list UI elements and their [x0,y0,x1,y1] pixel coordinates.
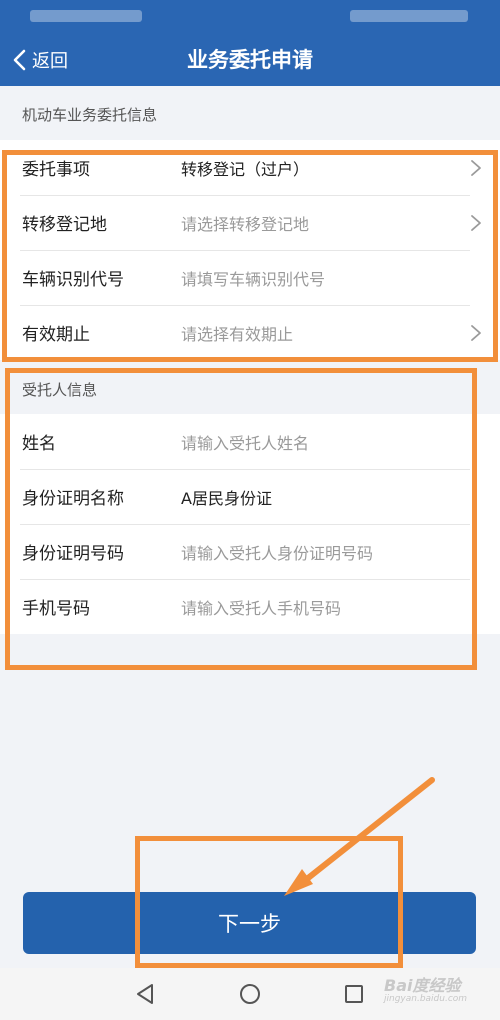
next-step-button[interactable]: 下一步 [23,892,476,954]
row-label: 姓名 [22,434,56,454]
vehicle-info-list: 委托事项 转移登记（过户） 转移登记地 请选择转移登记地 车辆识别代号 请填写车… [0,140,500,360]
nav-back-icon [137,984,153,1004]
chevron-right-icon [471,324,481,341]
vin-input-placeholder[interactable]: 请填写车辆识别代号 [181,266,325,290]
section-title-trustee: 受托人信息 [22,381,98,399]
title-bar: 返回 业务委托申请 [0,34,500,86]
baidu-watermark: Bai度经验 jingyan.baidu.com [384,972,467,1004]
row-label: 身份证明名称 [22,489,124,509]
chevron-right-icon [471,159,481,176]
entrust-item-value: 转移登记（过户） [181,159,310,179]
id-type-value: A居民身份证 [181,488,272,508]
section-title-vehicle: 机动车业务委托信息 [22,106,158,124]
chevron-left-icon [13,49,26,71]
row-label: 身份证明号码 [22,544,124,564]
section-header-vehicle: 机动车业务委托信息 [0,86,500,140]
row-entrust-item[interactable]: 委托事项 转移登记（过户） [0,140,500,195]
row-label: 车辆识别代号 [22,270,124,290]
back-button[interactable]: 返回 [10,42,68,78]
nav-home-icon [240,984,260,1004]
row-transfer-place[interactable]: 转移登记地 请选择转移登记地 [0,195,500,250]
status-bar [0,0,500,34]
trustee-name-placeholder[interactable]: 请输入受托人姓名 [181,430,309,454]
nav-back-button[interactable] [132,980,160,1008]
transfer-place-placeholder: 请选择转移登记地 [181,214,310,234]
status-right-blurred [350,10,468,22]
phone-placeholder[interactable]: 请输入受托人手机号码 [181,595,341,619]
trustee-info-list: 姓名 请输入受托人姓名 身份证明名称 A居民身份证 身份证明号码 请输入受托人身… [0,414,500,634]
row-label: 委托事项 [22,160,90,180]
row-id-type[interactable]: 身份证明名称 A居民身份证 [0,469,500,524]
page-title: 业务委托申请 [187,48,313,72]
id-number-placeholder[interactable]: 请输入受托人身份证明号码 [181,540,373,564]
nav-recents-icon [345,985,363,1003]
row-valid-until[interactable]: 有效期止 请选择有效期止 [0,305,500,360]
nav-recents-button[interactable] [340,980,368,1008]
nav-home-button[interactable] [236,980,264,1008]
row-id-number[interactable]: 身份证明号码 请输入受托人身份证明号码 [0,524,500,579]
row-vin[interactable]: 车辆识别代号 请填写车辆识别代号 [0,250,500,305]
row-phone[interactable]: 手机号码 请输入受托人手机号码 [0,579,500,634]
row-trustee-name[interactable]: 姓名 请输入受托人姓名 [0,414,500,469]
chevron-right-icon [471,214,481,231]
row-label: 有效期止 [22,325,90,345]
section-header-trustee: 受托人信息 [0,362,500,414]
valid-until-placeholder: 请选择有效期止 [181,324,294,344]
row-label: 转移登记地 [22,215,107,235]
status-left-blurred [30,10,142,22]
watermark-url: jingyan.baidu.com [384,994,468,1004]
back-label: 返回 [32,51,68,72]
watermark-brand: Bai度经验 [384,976,461,995]
row-label: 手机号码 [22,599,90,619]
